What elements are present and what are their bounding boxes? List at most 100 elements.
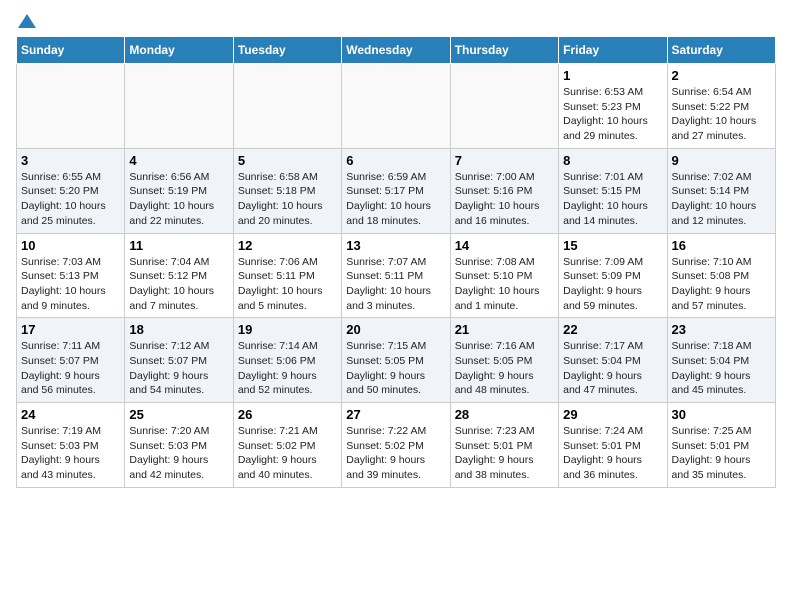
day-info: Sunrise: 7:03 AMSunset: 5:13 PMDaylight:… [21, 255, 120, 314]
day-number: 14 [455, 238, 554, 253]
day-number: 24 [21, 407, 120, 422]
day-number: 12 [238, 238, 337, 253]
day-number: 23 [672, 322, 771, 337]
day-info: Sunrise: 7:11 AMSunset: 5:07 PMDaylight:… [21, 339, 120, 398]
day-number: 6 [346, 153, 445, 168]
day-info: Sunrise: 7:22 AMSunset: 5:02 PMDaylight:… [346, 424, 445, 483]
day-info: Sunrise: 7:19 AMSunset: 5:03 PMDaylight:… [21, 424, 120, 483]
day-number: 22 [563, 322, 662, 337]
day-info: Sunrise: 7:00 AMSunset: 5:16 PMDaylight:… [455, 170, 554, 229]
calendar-day: 24 Sunrise: 7:19 AMSunset: 5:03 PMDayligh… [17, 403, 125, 488]
calendar-week-row: 24 Sunrise: 7:19 AMSunset: 5:03 PMDayligh… [17, 403, 776, 488]
day-number: 16 [672, 238, 771, 253]
day-number: 4 [129, 153, 228, 168]
calendar-header-row: SundayMondayTuesdayWednesdayThursdayFrid… [17, 37, 776, 64]
calendar-day: 18 Sunrise: 7:12 AMSunset: 5:07 PMDayligh… [125, 318, 233, 403]
day-number: 3 [21, 153, 120, 168]
day-header-saturday: Saturday [667, 37, 775, 64]
day-header-friday: Friday [559, 37, 667, 64]
day-info: Sunrise: 7:17 AMSunset: 5:04 PMDaylight:… [563, 339, 662, 398]
day-info: Sunrise: 7:16 AMSunset: 5:05 PMDaylight:… [455, 339, 554, 398]
calendar-day: 26 Sunrise: 7:21 AMSunset: 5:02 PMDayligh… [233, 403, 341, 488]
calendar-table: SundayMondayTuesdayWednesdayThursdayFrid… [16, 36, 776, 488]
day-number: 5 [238, 153, 337, 168]
day-number: 28 [455, 407, 554, 422]
calendar-week-row: 17 Sunrise: 7:11 AMSunset: 5:07 PMDayligh… [17, 318, 776, 403]
day-number: 29 [563, 407, 662, 422]
day-number: 9 [672, 153, 771, 168]
day-info: Sunrise: 6:56 AMSunset: 5:19 PMDaylight:… [129, 170, 228, 229]
calendar-day: 27 Sunrise: 7:22 AMSunset: 5:02 PMDayligh… [342, 403, 450, 488]
calendar-day: 16 Sunrise: 7:10 AMSunset: 5:08 PMDayligh… [667, 233, 775, 318]
calendar-day: 23 Sunrise: 7:18 AMSunset: 5:04 PMDayligh… [667, 318, 775, 403]
day-info: Sunrise: 7:25 AMSunset: 5:01 PMDaylight:… [672, 424, 771, 483]
day-number: 26 [238, 407, 337, 422]
day-number: 25 [129, 407, 228, 422]
day-info: Sunrise: 7:14 AMSunset: 5:06 PMDaylight:… [238, 339, 337, 398]
day-number: 15 [563, 238, 662, 253]
day-number: 7 [455, 153, 554, 168]
day-info: Sunrise: 7:07 AMSunset: 5:11 PMDaylight:… [346, 255, 445, 314]
day-number: 11 [129, 238, 228, 253]
day-number: 8 [563, 153, 662, 168]
day-info: Sunrise: 6:58 AMSunset: 5:18 PMDaylight:… [238, 170, 337, 229]
day-number: 20 [346, 322, 445, 337]
day-info: Sunrise: 6:54 AMSunset: 5:22 PMDaylight:… [672, 85, 771, 144]
calendar-day: 3 Sunrise: 6:55 AMSunset: 5:20 PMDaylight… [17, 148, 125, 233]
day-info: Sunrise: 6:53 AMSunset: 5:23 PMDaylight:… [563, 85, 662, 144]
calendar-day [233, 64, 341, 149]
day-number: 13 [346, 238, 445, 253]
day-info: Sunrise: 7:08 AMSunset: 5:10 PMDaylight:… [455, 255, 554, 314]
day-info: Sunrise: 7:02 AMSunset: 5:14 PMDaylight:… [672, 170, 771, 229]
calendar-day: 11 Sunrise: 7:04 AMSunset: 5:12 PMDayligh… [125, 233, 233, 318]
calendar-day: 2Sunrise: 6:54 AMSunset: 5:22 PMDaylight… [667, 64, 775, 149]
day-number: 27 [346, 407, 445, 422]
calendar-week-row: 10Sunrise: 7:03 AMSunset: 5:13 PMDayligh… [17, 233, 776, 318]
calendar-day [125, 64, 233, 149]
calendar-day: 20 Sunrise: 7:15 AMSunset: 5:05 PMDayligh… [342, 318, 450, 403]
calendar-day: 5 Sunrise: 6:58 AMSunset: 5:18 PMDaylight… [233, 148, 341, 233]
day-header-wednesday: Wednesday [342, 37, 450, 64]
calendar-day: 6Sunrise: 6:59 AMSunset: 5:17 PMDaylight… [342, 148, 450, 233]
calendar-day: 28 Sunrise: 7:23 AMSunset: 5:01 PMDayligh… [450, 403, 558, 488]
day-header-monday: Monday [125, 37, 233, 64]
day-number: 17 [21, 322, 120, 337]
day-info: Sunrise: 7:09 AMSunset: 5:09 PMDaylight:… [563, 255, 662, 314]
calendar-day: 15 Sunrise: 7:09 AMSunset: 5:09 PMDayligh… [559, 233, 667, 318]
day-info: Sunrise: 7:01 AMSunset: 5:15 PMDaylight:… [563, 170, 662, 229]
day-header-tuesday: Tuesday [233, 37, 341, 64]
calendar-day: 10Sunrise: 7:03 AMSunset: 5:13 PMDayligh… [17, 233, 125, 318]
day-number: 18 [129, 322, 228, 337]
calendar-day: 29 Sunrise: 7:24 AMSunset: 5:01 PMDayligh… [559, 403, 667, 488]
day-info: Sunrise: 7:12 AMSunset: 5:07 PMDaylight:… [129, 339, 228, 398]
calendar-day: 25 Sunrise: 7:20 AMSunset: 5:03 PMDayligh… [125, 403, 233, 488]
day-info: Sunrise: 7:10 AMSunset: 5:08 PMDaylight:… [672, 255, 771, 314]
calendar-day [450, 64, 558, 149]
calendar-week-row: 3 Sunrise: 6:55 AMSunset: 5:20 PMDaylight… [17, 148, 776, 233]
calendar-day: 17 Sunrise: 7:11 AMSunset: 5:07 PMDayligh… [17, 318, 125, 403]
calendar-day: 12 Sunrise: 7:06 AMSunset: 5:11 PMDayligh… [233, 233, 341, 318]
calendar-day: 22 Sunrise: 7:17 AMSunset: 5:04 PMDayligh… [559, 318, 667, 403]
calendar-day: 14 Sunrise: 7:08 AMSunset: 5:10 PMDayligh… [450, 233, 558, 318]
calendar-day [342, 64, 450, 149]
day-info: Sunrise: 7:04 AMSunset: 5:12 PMDaylight:… [129, 255, 228, 314]
calendar-day: 7 Sunrise: 7:00 AMSunset: 5:16 PMDaylight… [450, 148, 558, 233]
header [16, 16, 776, 26]
day-info: Sunrise: 7:15 AMSunset: 5:05 PMDaylight:… [346, 339, 445, 398]
day-info: Sunrise: 7:20 AMSunset: 5:03 PMDaylight:… [129, 424, 228, 483]
calendar-day [17, 64, 125, 149]
day-info: Sunrise: 7:06 AMSunset: 5:11 PMDaylight:… [238, 255, 337, 314]
day-info: Sunrise: 7:23 AMSunset: 5:01 PMDaylight:… [455, 424, 554, 483]
day-number: 1 [563, 68, 662, 83]
day-number: 19 [238, 322, 337, 337]
calendar-day: 19 Sunrise: 7:14 AMSunset: 5:06 PMDayligh… [233, 318, 341, 403]
day-info: Sunrise: 7:24 AMSunset: 5:01 PMDaylight:… [563, 424, 662, 483]
day-info: Sunrise: 7:21 AMSunset: 5:02 PMDaylight:… [238, 424, 337, 483]
calendar-day: 21 Sunrise: 7:16 AMSunset: 5:05 PMDayligh… [450, 318, 558, 403]
day-number: 21 [455, 322, 554, 337]
calendar-day: 8 Sunrise: 7:01 AMSunset: 5:15 PMDaylight… [559, 148, 667, 233]
calendar-day: 30Sunrise: 7:25 AMSunset: 5:01 PMDayligh… [667, 403, 775, 488]
day-info: Sunrise: 6:55 AMSunset: 5:20 PMDaylight:… [21, 170, 120, 229]
day-info: Sunrise: 7:18 AMSunset: 5:04 PMDaylight:… [672, 339, 771, 398]
logo [16, 16, 36, 26]
